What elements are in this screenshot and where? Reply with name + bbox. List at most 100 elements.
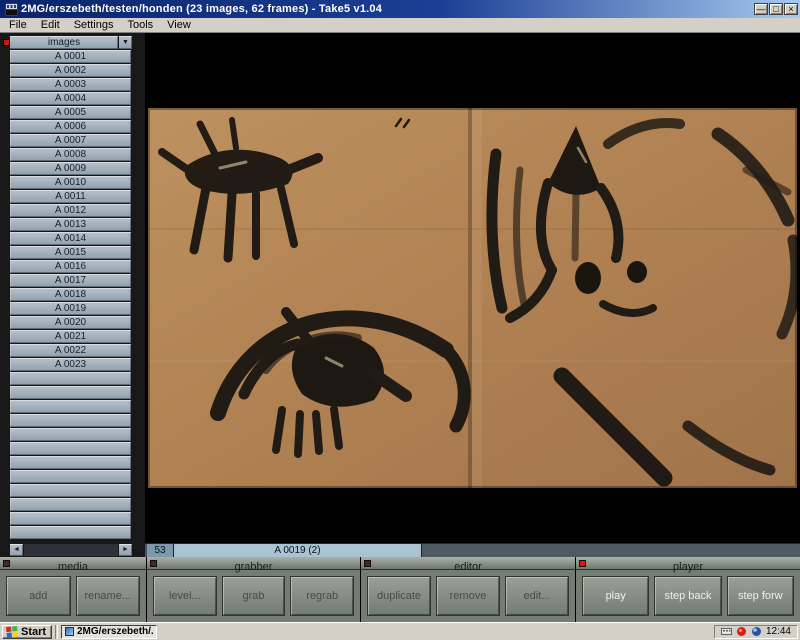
scrollbar-track[interactable] [24,544,118,556]
edit-button[interactable]: edit... [505,576,569,616]
image-list-item[interactable]: A 0020 [10,316,131,329]
chevron-down-icon[interactable]: ▼ [119,36,132,49]
image-list-item[interactable]: A 0019 [10,302,131,315]
empty-list-row [10,498,131,511]
frame-counter: 53 [147,544,174,557]
image-list-item[interactable]: A 0011 [10,190,131,203]
menu-item[interactable]: Tools [120,18,160,33]
images-panel: images ▼ A 0001A 0002A 0003A 0004A 0005A… [0,33,145,557]
media-panel: media add rename... [0,557,146,622]
image-list-item[interactable]: A 0007 [10,134,131,147]
current-frame-image [148,108,797,488]
empty-list-row [10,372,131,385]
image-list: A 0001A 0002A 0003A 0004A 0005A 0006A 00… [10,50,131,540]
empty-list-row [10,414,131,427]
scroll-left-icon[interactable]: ◄ [10,544,23,556]
images-panel-header: images ▼ [0,36,145,49]
task-icon [65,627,74,636]
record-tray-icon[interactable] [736,626,747,637]
current-image-label: A 0019 (2) [174,544,422,557]
level-button[interactable]: level... [153,576,217,616]
image-list-item[interactable]: A 0004 [10,92,131,105]
image-list-item[interactable]: A 0018 [10,288,131,301]
status-strip-filler [422,544,800,557]
scroll-right-icon[interactable]: ► [119,544,132,556]
menu-item[interactable]: Settings [67,18,121,33]
app-icon [5,3,18,16]
windows-logo-icon [6,626,18,638]
image-list-item[interactable]: A 0008 [10,148,131,161]
image-list-item[interactable]: A 0022 [10,344,131,357]
image-list-item[interactable]: A 0006 [10,120,131,133]
image-list-item[interactable]: A 0005 [10,106,131,119]
remove-button[interactable]: remove [436,576,500,616]
take5-window: 2MG/erszebeth/testen/honden (23 images, … [0,0,800,640]
empty-list-row [10,470,131,483]
editor-panel: editor duplicate remove edit... [361,557,575,622]
image-list-item[interactable]: A 0001 [10,50,131,63]
player-indicator [579,560,586,567]
image-list-item[interactable]: A 0003 [10,78,131,91]
image-list-item[interactable]: A 0009 [10,162,131,175]
media-indicator [3,560,10,567]
editor-panel-header: editor [361,557,575,570]
minimize-button[interactable]: — [754,3,768,15]
player-panel-title: player [673,561,703,573]
menu-item[interactable]: File [2,18,34,33]
titlebar[interactable]: 2MG/erszebeth/testen/honden (23 images, … [0,0,800,18]
menu-item[interactable]: View [160,18,198,33]
image-list-item[interactable]: A 0021 [10,330,131,343]
media-panel-title: media [58,561,88,573]
close-button[interactable]: × [784,3,798,15]
menu-item[interactable]: Edit [34,18,67,33]
empty-list-row [10,442,131,455]
empty-list-row [10,512,131,525]
keyboard-tray-icon[interactable] [721,626,732,637]
display-tray-icon[interactable] [751,626,762,637]
images-header-button[interactable]: images [10,36,118,49]
image-list-item[interactable]: A 0014 [10,232,131,245]
image-list-item[interactable]: A 0002 [10,64,131,77]
image-list-item[interactable]: A 0012 [10,204,131,217]
grabber-indicator [150,560,157,567]
empty-list-row [10,386,131,399]
duplicate-button[interactable]: duplicate [367,576,431,616]
rename-button[interactable]: rename... [76,576,141,616]
empty-list-row [10,456,131,469]
step-back-button[interactable]: step back [654,576,721,616]
horizontal-scrollbar[interactable]: ◄ ► [10,544,132,556]
grabber-panel: grabber level... grab regrab [147,557,360,622]
tool-panels: media add rename... grabber level... gra… [0,557,800,622]
player-panel: player play step back step forw [576,557,800,622]
images-active-indicator [3,39,10,46]
empty-list-row [10,526,131,539]
image-list-item[interactable]: A 0010 [10,176,131,189]
add-button[interactable]: add [6,576,71,616]
preview-area [145,33,800,543]
system-tray: 12:44 [714,625,798,639]
taskbar-clock: 12:44 [766,626,791,638]
grab-button[interactable]: grab [222,576,286,616]
taskbar: Start 2MG/erszebeth/... 12:44 [0,622,800,640]
player-panel-header: player [576,557,800,570]
window-title: 2MG/erszebeth/testen/honden (23 images, … [21,3,750,15]
start-button[interactable]: Start [2,625,52,639]
regrab-button[interactable]: regrab [290,576,354,616]
image-list-item[interactable]: A 0016 [10,260,131,273]
step-forward-button[interactable]: step forw [727,576,794,616]
taskbar-task-button[interactable]: 2MG/erszebeth/... [61,625,157,639]
editor-indicator [364,560,371,567]
taskbar-divider [55,625,58,639]
empty-list-row [10,484,131,497]
grabber-panel-header: grabber [147,557,360,570]
play-button[interactable]: play [582,576,649,616]
maximize-button[interactable]: □ [769,3,783,15]
image-list-item[interactable]: A 0013 [10,218,131,231]
image-list-item[interactable]: A 0017 [10,274,131,287]
empty-list-row [10,400,131,413]
editor-panel-title: editor [454,561,482,573]
grabber-panel-title: grabber [235,561,273,573]
menubar: FileEditSettingsToolsView [0,18,800,33]
image-list-item[interactable]: A 0015 [10,246,131,259]
image-list-item[interactable]: A 0023 [10,358,131,371]
